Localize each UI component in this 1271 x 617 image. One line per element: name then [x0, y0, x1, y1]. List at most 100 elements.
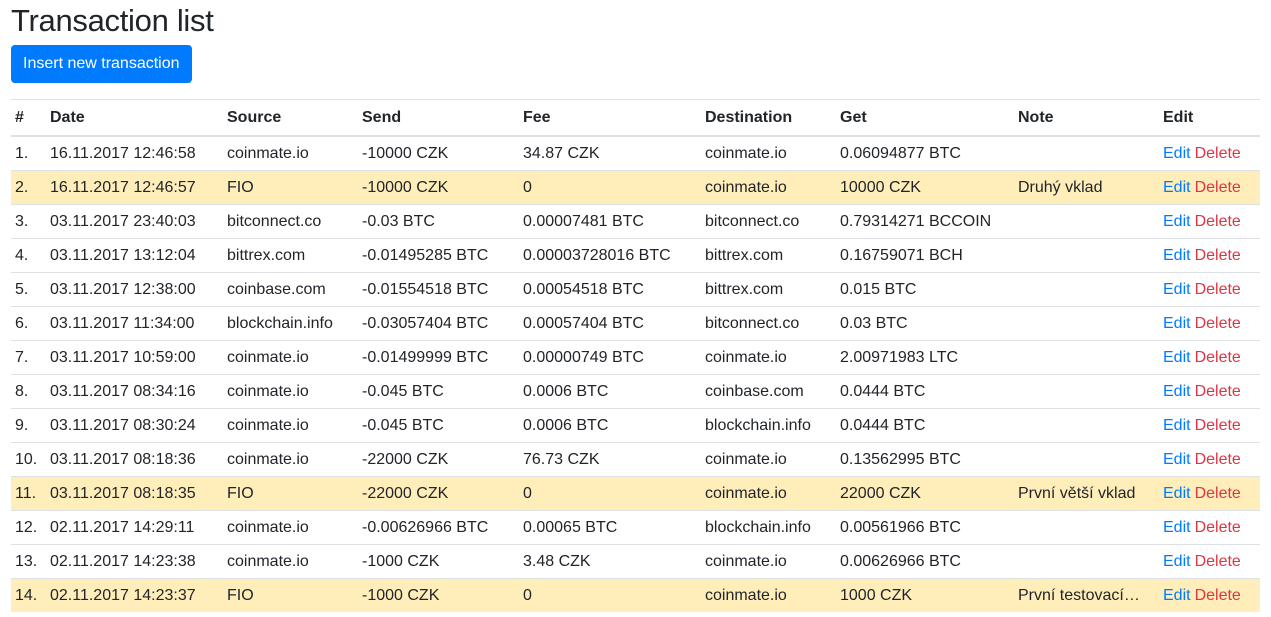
header-edit: Edit	[1159, 99, 1260, 137]
cell-fee: 0	[519, 476, 701, 511]
edit-link[interactable]: Edit	[1163, 485, 1191, 502]
delete-link[interactable]: Delete	[1195, 451, 1241, 468]
cell-num: 4.	[11, 238, 46, 273]
cell-actions: Edit Delete	[1159, 340, 1260, 375]
cell-get: 0.06094877 BTC	[836, 135, 1014, 171]
delete-link[interactable]: Delete	[1195, 145, 1241, 162]
cell-actions: Edit Delete	[1159, 408, 1260, 443]
edit-link[interactable]: Edit	[1163, 145, 1191, 162]
cell-fee: 0.0006 BTC	[519, 374, 701, 409]
delete-link[interactable]: Delete	[1195, 179, 1241, 196]
edit-link[interactable]: Edit	[1163, 417, 1191, 434]
cell-num: 2.	[11, 170, 46, 205]
table-row: 9. 03.11.2017 08:30:24 coinmate.io -0.045 B…	[11, 408, 1260, 443]
cell-fee: 0.00000749 BTC	[519, 340, 701, 375]
table-row: 3. 03.11.2017 23:40:03 bitconnect.co -0.03 …	[11, 204, 1260, 239]
cell-num: 5.	[11, 272, 46, 307]
cell-source: bitconnect.co	[223, 204, 358, 239]
insert-transaction-button[interactable]: Insert new transaction	[11, 45, 192, 83]
table-row: 1. 16.11.2017 12:46:58 coinmate.io -10000 C…	[11, 135, 1260, 171]
page-container: Transaction list Insert new transaction …	[0, 0, 1271, 612]
cell-num: 12.	[11, 510, 46, 545]
delete-link[interactable]: Delete	[1195, 349, 1241, 366]
cell-date: 03.11.2017 23:40:03	[46, 204, 223, 239]
cell-date: 16.11.2017 12:46:57	[46, 170, 223, 205]
cell-fee: 0.00007481 BTC	[519, 204, 701, 239]
cell-fee: 0.00065 BTC	[519, 510, 701, 545]
cell-date: 02.11.2017 14:29:11	[46, 510, 223, 545]
edit-link[interactable]: Edit	[1163, 451, 1191, 468]
cell-get: 22000 CZK	[836, 476, 1014, 511]
cell-date: 03.11.2017 08:18:35	[46, 476, 223, 511]
cell-get: 0.00626966 BTC	[836, 544, 1014, 579]
cell-note: Druhý vklad	[1014, 170, 1159, 205]
cell-send: -0.01554518 BTC	[358, 272, 519, 307]
cell-destination: coinbase.com	[701, 374, 836, 409]
edit-link[interactable]: Edit	[1163, 553, 1191, 570]
cell-fee: 0	[519, 578, 701, 612]
edit-link[interactable]: Edit	[1163, 247, 1191, 264]
cell-num: 7.	[11, 340, 46, 375]
transaction-table: # Date Source Send Fee Destination Get N…	[11, 99, 1260, 612]
header-date: Date	[46, 99, 223, 137]
table-row: 12. 02.11.2017 14:29:11 coinmate.io -0.0062…	[11, 510, 1260, 545]
cell-actions: Edit Delete	[1159, 204, 1260, 239]
cell-date: 03.11.2017 12:38:00	[46, 272, 223, 307]
cell-source: coinbase.com	[223, 272, 358, 307]
table-row: 10. 03.11.2017 08:18:36 coinmate.io -22000 …	[11, 442, 1260, 477]
cell-fee: 0.00054518 BTC	[519, 272, 701, 307]
delete-link[interactable]: Delete	[1195, 417, 1241, 434]
cell-destination: coinmate.io	[701, 578, 836, 612]
delete-link[interactable]: Delete	[1195, 247, 1241, 264]
delete-link[interactable]: Delete	[1195, 383, 1241, 400]
cell-date: 03.11.2017 08:34:16	[46, 374, 223, 409]
table-row: 5. 03.11.2017 12:38:00 coinbase.com -0.0155…	[11, 272, 1260, 307]
cell-send: -0.00626966 BTC	[358, 510, 519, 545]
delete-link[interactable]: Delete	[1195, 281, 1241, 298]
cell-fee: 34.87 CZK	[519, 135, 701, 171]
cell-num: 8.	[11, 374, 46, 409]
delete-link[interactable]: Delete	[1195, 315, 1241, 332]
edit-link[interactable]: Edit	[1163, 315, 1191, 332]
cell-send: -0.01495285 BTC	[358, 238, 519, 273]
table-row: 11. 03.11.2017 08:18:35 FIO -22000 CZK 0 coin…	[11, 476, 1260, 511]
cell-actions: Edit Delete	[1159, 238, 1260, 273]
cell-fee: 0.00003728016 BTC	[519, 238, 701, 273]
cell-get: 2.00971983 LTC	[836, 340, 1014, 375]
cell-actions: Edit Delete	[1159, 135, 1260, 171]
cell-get: 0.00561966 BTC	[836, 510, 1014, 545]
cell-num: 9.	[11, 408, 46, 443]
cell-get: 0.015 BTC	[836, 272, 1014, 307]
edit-link[interactable]: Edit	[1163, 281, 1191, 298]
cell-source: coinmate.io	[223, 340, 358, 375]
cell-note	[1014, 374, 1159, 409]
header-fee: Fee	[519, 99, 701, 137]
delete-link[interactable]: Delete	[1195, 553, 1241, 570]
cell-destination: coinmate.io	[701, 544, 836, 579]
cell-note: První větší vklad	[1014, 476, 1159, 511]
cell-actions: Edit Delete	[1159, 442, 1260, 477]
cell-actions: Edit Delete	[1159, 578, 1260, 612]
cell-date: 03.11.2017 11:34:00	[46, 306, 223, 341]
cell-get: 0.03 BTC	[836, 306, 1014, 341]
delete-link[interactable]: Delete	[1195, 213, 1241, 230]
edit-link[interactable]: Edit	[1163, 587, 1191, 604]
edit-link[interactable]: Edit	[1163, 519, 1191, 536]
edit-link[interactable]: Edit	[1163, 179, 1191, 196]
edit-link[interactable]: Edit	[1163, 213, 1191, 230]
cell-note	[1014, 306, 1159, 341]
header-num: #	[11, 99, 46, 137]
cell-get: 0.16759071 BCH	[836, 238, 1014, 273]
delete-link[interactable]: Delete	[1195, 587, 1241, 604]
cell-actions: Edit Delete	[1159, 306, 1260, 341]
cell-send: -0.045 BTC	[358, 374, 519, 409]
table-row: 14. 02.11.2017 14:23:37 FIO -1000 CZK 0 coinm…	[11, 578, 1260, 612]
cell-date: 03.11.2017 13:12:04	[46, 238, 223, 273]
delete-link[interactable]: Delete	[1195, 519, 1241, 536]
cell-source: coinmate.io	[223, 135, 358, 171]
cell-note	[1014, 204, 1159, 239]
cell-destination: bitconnect.co	[701, 306, 836, 341]
edit-link[interactable]: Edit	[1163, 383, 1191, 400]
delete-link[interactable]: Delete	[1195, 485, 1241, 502]
edit-link[interactable]: Edit	[1163, 349, 1191, 366]
